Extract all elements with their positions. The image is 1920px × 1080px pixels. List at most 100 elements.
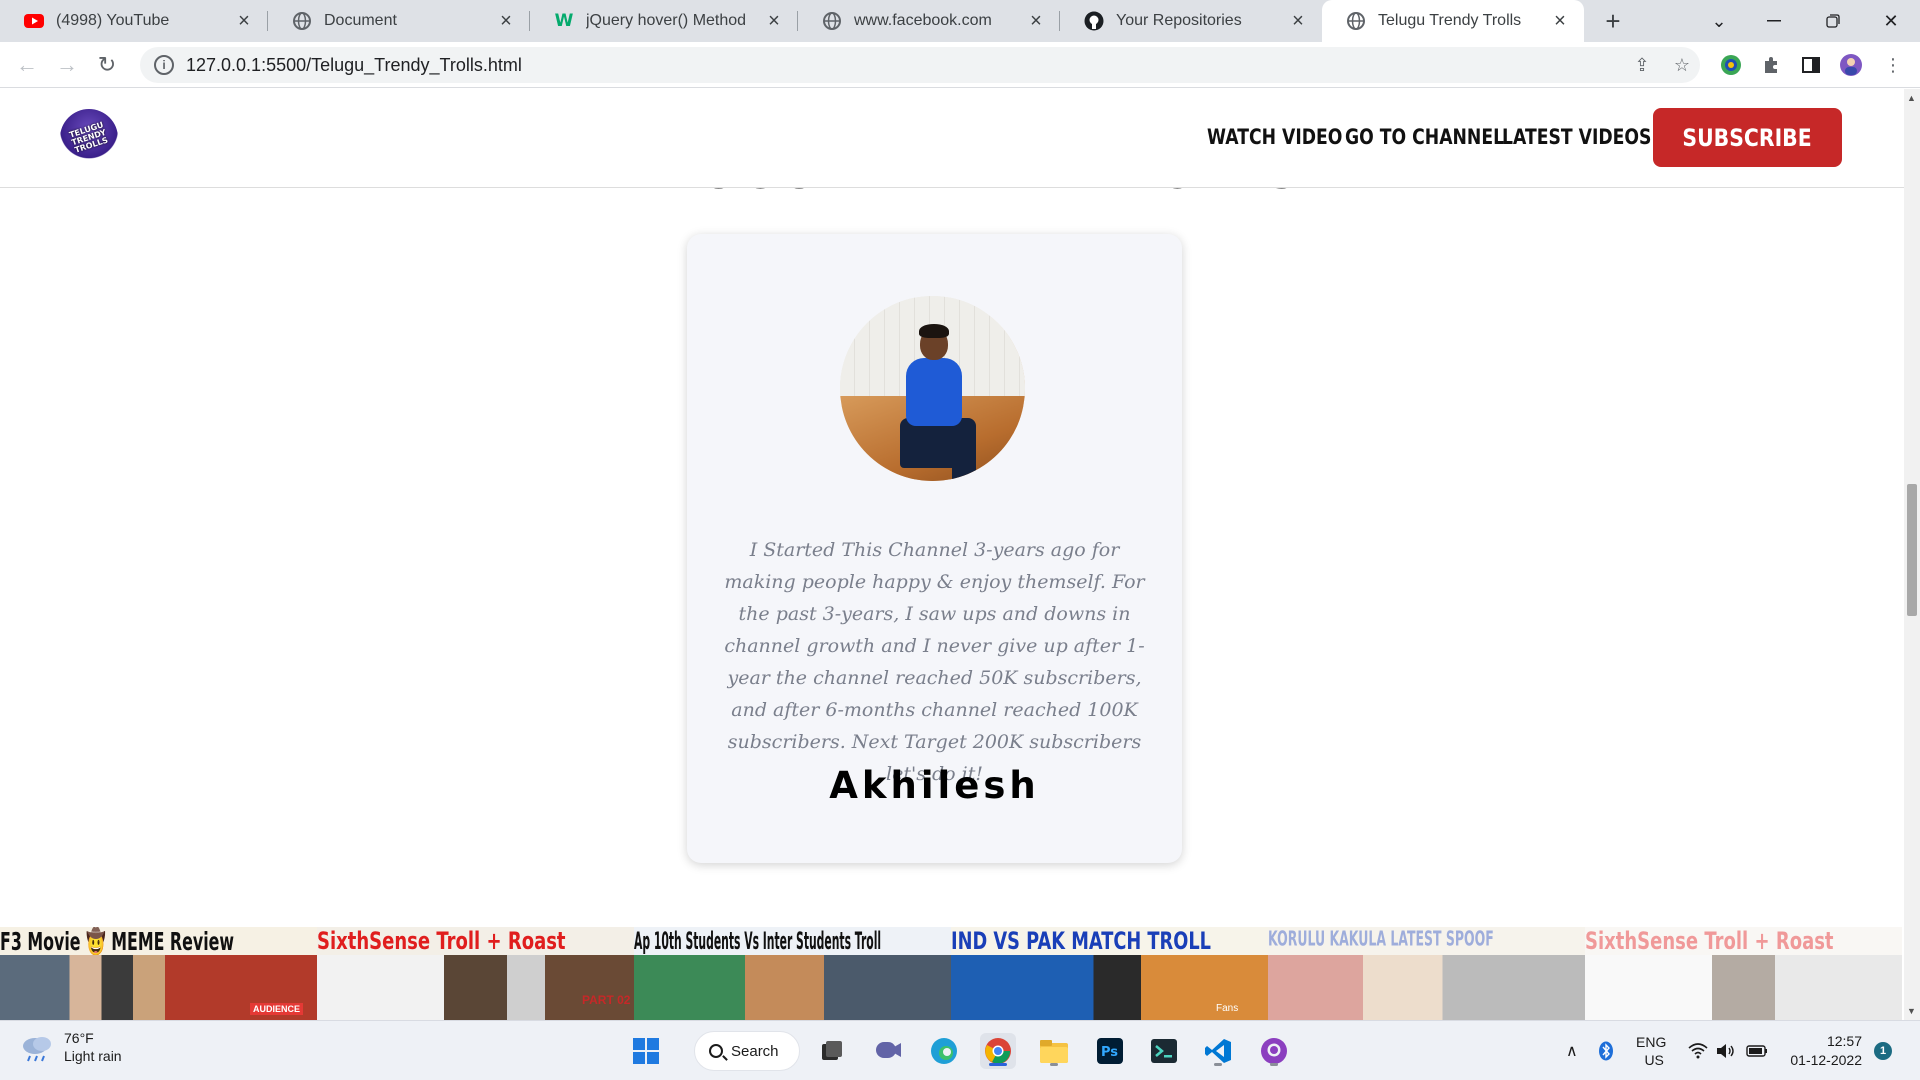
share-icon[interactable]: ⇪ (1630, 53, 1654, 77)
w3schools-icon: W (554, 11, 574, 31)
vscode-icon[interactable] (1200, 1033, 1236, 1069)
close-window-icon[interactable]: ✕ (1866, 0, 1916, 42)
back-icon[interactable]: ← (12, 50, 42, 80)
photoshop-icon[interactable]: Ps (1092, 1033, 1128, 1069)
video-thumbnail[interactable]: IND VS PAK MATCH TROLL Fans (951, 927, 1268, 1020)
browser-toolbar: ← → ↻ i 127.0.0.1:5500/Telugu_Trendy_Tro… (0, 42, 1920, 88)
founder-photo (840, 296, 1025, 481)
scroll-up-icon[interactable]: ▲ (1907, 93, 1916, 103)
globe-icon (822, 11, 842, 31)
chrome-icon[interactable] (980, 1033, 1016, 1069)
search-label: Search (731, 1042, 779, 1060)
notification-badge: 1 (1874, 1042, 1892, 1060)
github-icon (1084, 11, 1104, 31)
thumbnail-caption: IND VS PAK MATCH TROLL (951, 927, 1211, 955)
bluetooth-icon[interactable] (1598, 1021, 1614, 1080)
logo-text: TELUGU TRENDY TROLLS (68, 120, 110, 155)
thumbnail-caption: SixthSense Troll + Roast (1585, 927, 1834, 955)
close-tab-icon[interactable]: × (496, 10, 516, 32)
close-tab-icon[interactable]: × (764, 10, 784, 32)
start-windows-icon[interactable] (628, 1033, 664, 1069)
browser-tab-strip: (4998) YouTube × Document × W jQuery hov… (0, 0, 1920, 42)
video-thumbnail[interactable]: F3 Movie 🤠 MEME Review AUDIENCE (0, 927, 317, 1020)
close-tab-icon[interactable]: × (234, 10, 254, 32)
tab-title: jQuery hover() Method (586, 12, 747, 29)
thumbnail-badge: PART 02 (582, 993, 631, 1007)
svg-text:Ps: Ps (1101, 1045, 1118, 1060)
subscribe-button[interactable]: SUBSCRIBE (1653, 108, 1842, 167)
globe-icon (292, 11, 312, 31)
close-tab-icon[interactable]: × (1288, 10, 1308, 32)
reload-icon[interactable]: ↻ (92, 50, 122, 80)
page-scrollbar[interactable]: ▲ ▼ (1904, 89, 1920, 1020)
page-viewport: TELUGU TRENDY TROLLS TELUGU TRENDY TROLL… (0, 89, 1904, 1020)
tab-title: Telugu Trendy Trolls (1378, 12, 1522, 29)
testimonial-name: Akhilesh (829, 764, 1040, 807)
video-thumbnail[interactable]: SixthSense Troll + Roast PART 02 (317, 927, 634, 1020)
scrollbar-thumb[interactable] (1907, 484, 1917, 616)
notification-center[interactable]: 1 (1874, 1021, 1892, 1080)
restore-icon[interactable] (1808, 0, 1858, 42)
bookmark-star-icon[interactable]: ☆ (1670, 53, 1694, 77)
close-tab-icon[interactable]: × (1550, 10, 1570, 32)
language-indicator[interactable]: ENG US (1636, 1021, 1666, 1080)
wifi-icon[interactable] (1688, 1021, 1708, 1080)
video-thumbnail[interactable]: KORULU KAKULA LATEST SPOOF (1268, 927, 1585, 1020)
testimonial-quote: I Started This Channel 3-years ago for m… (724, 539, 1145, 785)
tab-title: Document (324, 12, 397, 29)
url-text: 127.0.0.1:5500/Telugu_Trendy_Trolls.html (186, 54, 522, 75)
scroll-down-icon[interactable]: ▼ (1907, 1006, 1916, 1016)
thumbnail-badge: AUDIENCE (250, 1003, 304, 1015)
file-explorer-icon[interactable] (1036, 1033, 1072, 1069)
tab-title: www.facebook.com (854, 12, 992, 29)
forward-icon[interactable]: → (52, 50, 82, 80)
weather-widget[interactable]: 76°F Light rain (20, 1029, 122, 1065)
minimize-icon[interactable] (1749, 0, 1799, 42)
video-thumbnail[interactable]: Ap 10th Students Vs Inter Students Troll (634, 927, 951, 1020)
rain-cloud-icon (20, 1034, 54, 1062)
thumbnail-caption: F3 Movie 🤠 MEME Review (0, 927, 235, 957)
browser-menu-icon[interactable]: ⋮ (1880, 52, 1906, 78)
tab-facebook[interactable]: www.facebook.com × (798, 0, 1060, 42)
site-info-icon[interactable]: i (154, 55, 174, 75)
close-tab-icon[interactable]: × (1026, 10, 1046, 32)
taskbar-search[interactable]: Search (694, 1031, 800, 1071)
show-hidden-icons[interactable]: ∧ (1566, 1021, 1578, 1080)
tab-telugu-trendy-trolls[interactable]: Telugu Trendy Trolls × (1322, 0, 1584, 42)
thumbnail-caption: SixthSense Troll + Roast (317, 927, 566, 955)
side-panel-icon[interactable] (1798, 52, 1824, 78)
weather-condition: Light rain (64, 1048, 122, 1064)
lang-secondary: US (1644, 1052, 1664, 1068)
nav-latest-videos[interactable]: LATEST VIDEOS (1502, 125, 1651, 149)
site-header: TELUGU TRENDY TROLLS WATCH VIDEO GO TO C… (0, 89, 1904, 188)
tab-jquery[interactable]: W jQuery hover() Method × (530, 0, 798, 42)
address-bar[interactable]: i 127.0.0.1:5500/Telugu_Trendy_Trolls.ht… (140, 47, 1700, 83)
clock[interactable]: 12:57 01-12-2022 (1786, 1021, 1862, 1080)
tab-search-icon[interactable]: ⌄ (1694, 0, 1744, 42)
teams-chat-icon[interactable] (870, 1033, 906, 1069)
profile-avatar[interactable] (1838, 52, 1864, 78)
task-view-icon[interactable] (814, 1033, 850, 1069)
terminal-icon[interactable] (1146, 1033, 1182, 1069)
new-tab-icon[interactable]: + (1598, 6, 1628, 36)
extension-globe-icon[interactable] (1718, 52, 1744, 78)
youtube-icon (24, 11, 44, 31)
edge-icon[interactable] (926, 1033, 962, 1069)
volume-icon[interactable] (1716, 1021, 1736, 1080)
testimonial-card: I Started This Channel 3-years ago for m… (687, 234, 1182, 863)
weather-temp: 76°F (64, 1030, 94, 1046)
nav-watch-video[interactable]: WATCH VIDEO (1207, 125, 1342, 149)
tab-youtube[interactable]: (4998) YouTube × (0, 0, 268, 42)
battery-icon[interactable] (1746, 1021, 1768, 1080)
clock-time: 12:57 (1826, 1033, 1862, 1049)
windows-taskbar: 76°F Light rain Search Ps ∧ ENG US 12:57… (0, 1020, 1920, 1080)
github-desktop-icon[interactable] (1256, 1033, 1292, 1069)
tab-document[interactable]: Document × (268, 0, 530, 42)
site-logo[interactable]: TELUGU TRENDY TROLLS (60, 109, 118, 167)
thumbnail-caption: KORULU KAKULA LATEST SPOOF (1268, 927, 1494, 951)
video-thumbnail[interactable]: SixthSense Troll + Roast (1585, 927, 1902, 1020)
tab-github[interactable]: Your Repositories × (1060, 0, 1322, 42)
globe-icon (1346, 11, 1366, 31)
extensions-puzzle-icon[interactable] (1758, 52, 1784, 78)
nav-go-to-channel[interactable]: GO TO CHANNEL (1345, 125, 1504, 149)
